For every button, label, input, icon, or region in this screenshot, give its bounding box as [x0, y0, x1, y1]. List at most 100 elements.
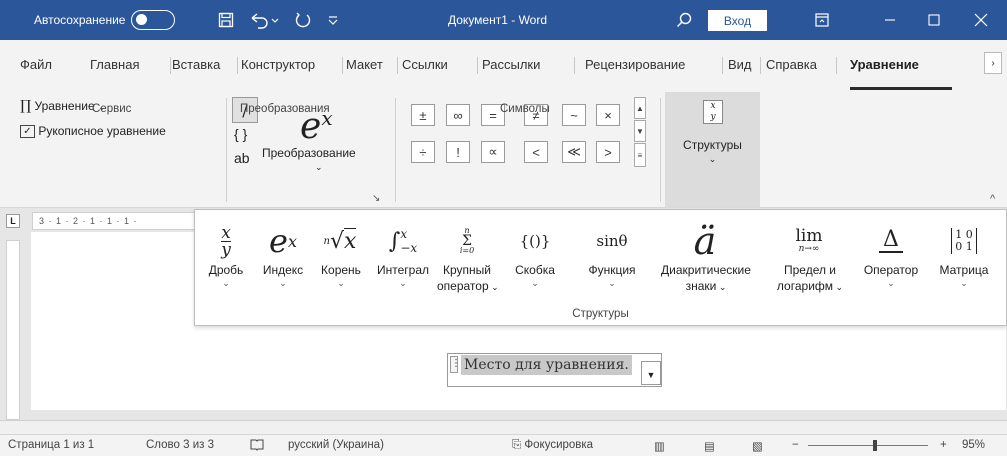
structures-button[interactable]: xy Структуры ⌄ [665, 92, 760, 208]
tab-home[interactable]: Главная [90, 57, 139, 72]
symbol-infinity[interactable]: ∞ [446, 104, 470, 126]
tab-separator [574, 57, 575, 74]
horizontal-scrollbar[interactable] [0, 420, 1007, 434]
read-mode-icon[interactable]: ▥ [654, 439, 665, 453]
structure-integral[interactable]: Интеграл ⌄ [371, 262, 435, 288]
zoom-in-icon[interactable]: + [940, 439, 947, 451]
save-icon[interactable] [216, 10, 236, 30]
focus-icon: ⎘ [512, 439, 522, 451]
symbol-factorial[interactable]: ! [446, 141, 470, 163]
ribbon-display-icon[interactable] [812, 10, 832, 30]
structure-matrix[interactable]: Матрица ⌄ [931, 262, 997, 288]
search-icon[interactable] [674, 10, 694, 30]
professional-format-icon[interactable]: { } [234, 126, 247, 142]
collapse-ribbon-icon[interactable]: ^ [990, 193, 995, 205]
dialog-launcher-icon[interactable]: ↘ [372, 193, 380, 204]
chevron-down-icon: ⌄ [960, 278, 968, 288]
structure-script-label: Индекс [262, 263, 304, 277]
zoom-slider[interactable] [808, 445, 928, 446]
chevron-down-icon: ⌄ [222, 278, 230, 288]
language-indicator[interactable]: русский (Украина) [288, 439, 384, 451]
script-structure-icon: ex [269, 222, 297, 260]
equation-drag-handle-icon[interactable]: ⋮ [450, 356, 461, 373]
function-structure-icon: sinθ [596, 232, 628, 250]
chevron-down-icon: ⌄ [716, 282, 727, 292]
chevron-down-icon: ⌄ [399, 278, 407, 288]
horizontal-ruler: 3 · 1 · 2 · 1 · 1 · 1 · [32, 212, 202, 230]
text-format-icon[interactable]: ab [234, 150, 250, 166]
minimize-icon[interactable] [880, 10, 900, 30]
tab-help[interactable]: Справка [766, 57, 817, 72]
structure-limit-log[interactable]: Предел и логарифм ⌄ [773, 262, 847, 295]
symbol-divide[interactable]: ÷ [411, 141, 435, 163]
group-label-symbols: Символы [500, 103, 550, 115]
tab-file[interactable]: Файл [20, 57, 52, 72]
zoom-slider-thumb[interactable] [873, 440, 877, 451]
focus-label: Фокусировка [524, 439, 594, 451]
redo-icon[interactable] [292, 10, 314, 30]
tab-equation[interactable]: Уравнение [850, 57, 919, 72]
tab-scroll-right-icon[interactable]: › [984, 52, 1002, 74]
maximize-icon[interactable] [924, 10, 944, 30]
structure-large-operator[interactable]: Крупный оператор ⌄ [437, 262, 499, 295]
zoom-level[interactable]: 95% [962, 439, 985, 451]
symbol-greater-than[interactable]: > [596, 141, 620, 163]
tab-mailings[interactable]: Рассылки [482, 57, 540, 72]
tab-view[interactable]: Вид [728, 57, 752, 72]
symbols-more-icon[interactable]: ≡ [634, 143, 646, 167]
proofing-icon[interactable] [250, 439, 264, 454]
tab-references[interactable]: Ссылки [402, 57, 448, 72]
symbol-tilde[interactable]: ~ [562, 104, 586, 126]
structure-accent-label: Диакритические [661, 263, 751, 277]
symbol-less-than[interactable]: < [524, 141, 548, 163]
symbol-proportional[interactable]: ∝ [481, 141, 505, 163]
structure-function[interactable]: Функция ⌄ [583, 262, 641, 288]
equation-button-label: Уравнение [34, 99, 95, 113]
undo-icon[interactable] [246, 10, 282, 30]
sign-in-button[interactable]: Вход [708, 10, 767, 31]
tab-selector-icon[interactable]: L [6, 214, 20, 228]
tab-insert[interactable]: Вставка [172, 57, 220, 72]
tab-layout[interactable]: Макет [346, 57, 383, 72]
equation-placeholder[interactable]: Место для уравнения. [461, 355, 632, 375]
structures-label: Структуры [683, 138, 742, 152]
autosave-label: Автосохранение [34, 13, 126, 27]
title-bar: Автосохранение Документ1 - Word Вход [0, 0, 1007, 40]
structure-radical-label: Корень [321, 263, 361, 277]
autosave-control[interactable]: Автосохранение [34, 0, 176, 40]
tab-design[interactable]: Конструктор [241, 57, 315, 72]
print-layout-icon[interactable]: ▤ [704, 439, 715, 453]
group-label-conversions: Преобразования [240, 103, 330, 115]
web-layout-icon[interactable]: ▧ [752, 439, 763, 453]
structure-script[interactable]: Индекс ⌄ [257, 262, 309, 288]
tab-separator [170, 57, 171, 74]
equation-options-dropdown[interactable]: ▼ [641, 361, 661, 385]
symbol-much-less-than[interactable]: ≪ [562, 141, 586, 163]
structure-limit-log-label: Предел и [783, 263, 837, 277]
vertical-ruler [6, 240, 20, 420]
tab-review[interactable]: Рецензирование [585, 57, 685, 72]
symbols-scroll-up-icon[interactable]: ▲ [634, 97, 646, 119]
autosave-toggle[interactable] [131, 10, 176, 30]
structure-accent[interactable]: Диакритические знаки ⌄ [651, 262, 761, 295]
word-count[interactable]: Слово 3 из 3 [146, 439, 214, 451]
symbol-plus-minus[interactable]: ± [411, 104, 435, 126]
page-count[interactable]: Страница 1 из 1 [8, 439, 94, 451]
focus-mode-button[interactable]: ⎘ Фокусировка [512, 439, 593, 452]
matrix-structure-icon: 1 00 1 [947, 220, 981, 262]
zoom-out-icon[interactable]: − [792, 439, 799, 451]
structure-fraction[interactable]: Дробь ⌄ [201, 262, 251, 288]
symbols-scroll-down-icon[interactable]: ▼ [634, 120, 646, 142]
group-separator [660, 98, 661, 202]
structure-bracket[interactable]: Скобка ⌄ [509, 262, 561, 288]
structure-radical[interactable]: Корень ⌄ [313, 262, 369, 288]
chevron-down-icon: ⌄ [279, 278, 287, 288]
chevron-down-icon: ⌄ [531, 278, 539, 288]
chevron-down-icon: ⌄ [608, 278, 616, 288]
structure-operator[interactable]: Оператор ⌄ [859, 262, 923, 288]
ink-equation-button[interactable]: ✓ Рукописное уравнение [20, 124, 166, 139]
symbol-times[interactable]: × [596, 104, 620, 126]
customize-icon[interactable] [326, 10, 340, 30]
window-title: Документ1 - Word [448, 13, 548, 27]
close-icon[interactable] [970, 10, 992, 30]
